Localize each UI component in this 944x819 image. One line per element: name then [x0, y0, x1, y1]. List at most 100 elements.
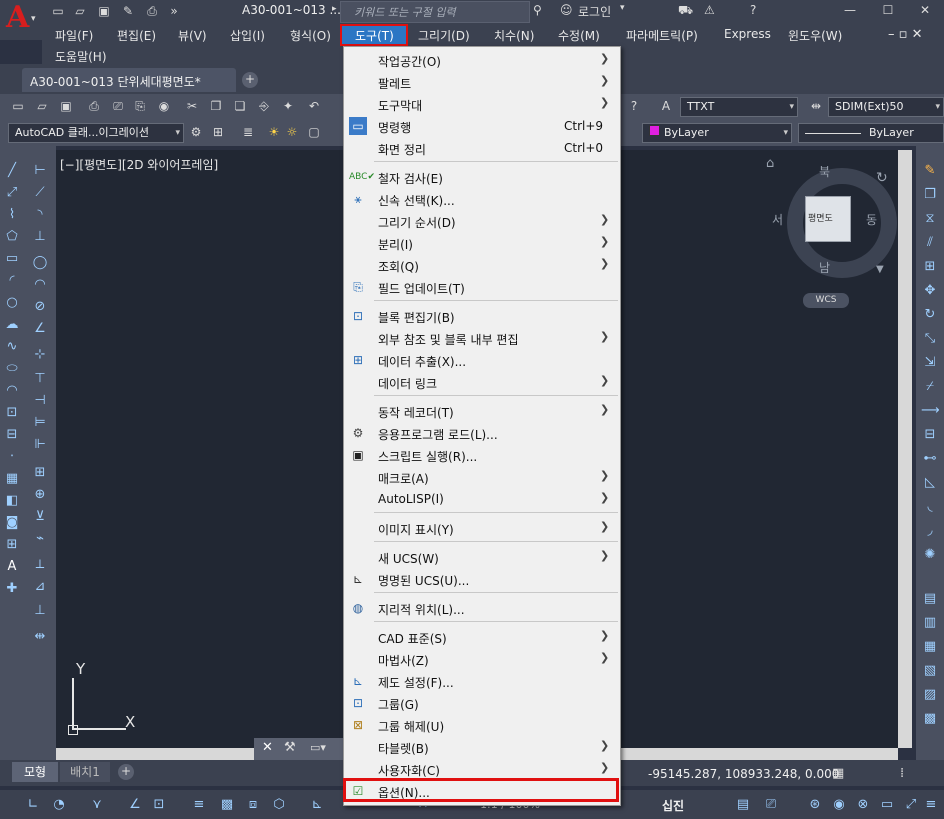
point-icon[interactable]: ⋅: [3, 448, 21, 466]
menu-item-group[interactable]: ⊡ 그룹(G): [344, 692, 620, 714]
chevron-down-icon[interactable]: ▾: [620, 3, 625, 13]
gradient-icon[interactable]: ◧: [3, 492, 21, 510]
command-line-bar[interactable]: ✕ ⚒ ▭▾: [254, 738, 348, 760]
linetype-select[interactable]: ByLayer: [798, 123, 944, 143]
polygon-icon[interactable]: ⬠: [3, 228, 21, 246]
line-icon[interactable]: ╱: [3, 162, 21, 180]
doc-window-controls[interactable]: – ▫ ✕: [888, 27, 922, 42]
extend-icon[interactable]: ⟶: [921, 402, 940, 420]
menu-draw[interactable]: 그리기(D): [418, 27, 470, 44]
help-icon[interactable]: ?: [626, 98, 642, 114]
save-as-icon[interactable]: ✎: [120, 4, 136, 18]
scale-icon[interactable]: ⤡: [921, 330, 939, 348]
chevron-down-icon[interactable]: ▼: [876, 264, 884, 275]
isolate-icon[interactable]: ⊛: [806, 796, 824, 814]
open-icon[interactable]: ▱: [34, 98, 50, 114]
menu-format[interactable]: 형식(O): [290, 27, 331, 44]
menu-file[interactable]: 파일(F): [55, 27, 93, 44]
menu-icon[interactable]: ≡: [922, 796, 940, 814]
menu-item-command-line[interactable]: ▭ 명령행 Ctrl+9: [344, 115, 620, 137]
menu-item-draw-order[interactable]: 그리기 순서(D) ❯: [344, 210, 620, 232]
application-menu-button[interactable]: A ▾: [0, 0, 42, 40]
layout-icon[interactable]: ⊞: [210, 124, 226, 140]
design-center-icon[interactable]: ▥: [921, 614, 939, 632]
table-icon[interactable]: ⊞: [3, 536, 21, 554]
quick-dim-icon[interactable]: ⊹: [31, 346, 49, 364]
preview-icon[interactable]: ⎚: [110, 98, 126, 114]
dim-break-icon[interactable]: ⊩: [31, 436, 49, 454]
menu-item-inquiry[interactable]: 조회(Q) ❯: [344, 254, 620, 276]
close-icon[interactable]: ✕: [262, 740, 273, 755]
spline-icon[interactable]: ∿: [3, 338, 21, 356]
user-icon[interactable]: ☺: [560, 3, 573, 17]
lock-ui-icon[interactable]: ⎚: [762, 796, 780, 814]
menu-help[interactable]: 도움말(H): [55, 48, 107, 65]
isometric-icon[interactable]: ⋎: [88, 796, 106, 814]
dim-update-icon[interactable]: ⊥: [31, 602, 49, 620]
jogged-icon[interactable]: ◠: [31, 276, 49, 294]
new-tab-button[interactable]: +: [242, 72, 258, 88]
undo-icon[interactable]: ↶: [306, 98, 322, 114]
jogged-linear-icon[interactable]: ⌁: [31, 530, 49, 548]
new-file-icon[interactable]: ▭: [50, 4, 66, 18]
arc-icon[interactable]: ◜: [3, 272, 21, 290]
menu-item-toolbars[interactable]: 도구막대 ❯: [344, 93, 620, 115]
menu-item-wizards[interactable]: 마법사(Z) ❯: [344, 648, 620, 670]
menu-edit[interactable]: 편집(E): [117, 27, 156, 44]
ortho-icon[interactable]: ∟: [24, 796, 42, 814]
cut-icon[interactable]: ✂: [184, 98, 200, 114]
new-icon[interactable]: ▭: [10, 98, 26, 114]
dynamic-ucs-icon[interactable]: ⊾: [308, 796, 326, 814]
copy-icon[interactable]: ❐: [208, 98, 224, 114]
dim-style-icon[interactable]: ⇹: [31, 628, 49, 646]
polar-icon[interactable]: ◔: [50, 796, 68, 814]
region-icon[interactable]: ◙: [3, 514, 21, 532]
grid-icon[interactable]: ▦: [832, 766, 844, 781]
text-style-select[interactable]: TTXT ▾: [680, 97, 798, 117]
trim-icon[interactable]: ⌿: [921, 378, 939, 396]
rotate-view-icon[interactable]: ↻: [876, 170, 888, 186]
menu-view[interactable]: 뷰(V): [178, 27, 207, 44]
offset-icon[interactable]: ⫽: [921, 234, 939, 252]
viewcube-south[interactable]: 남: [819, 259, 830, 276]
ordinate-icon[interactable]: ⊥: [31, 228, 49, 246]
quick-properties-icon[interactable]: ▤: [734, 796, 752, 814]
cart-icon[interactable]: ⛟: [678, 3, 693, 19]
insert-block-icon[interactable]: ⊡: [3, 404, 21, 422]
break-icon[interactable]: ⊟: [921, 426, 939, 444]
menu-item-data-links[interactable]: 데이터 링크 ❯: [344, 371, 620, 393]
sun-icon[interactable]: ☼: [284, 124, 300, 140]
save-icon[interactable]: ▣: [96, 4, 112, 18]
menu-express[interactable]: Express: [724, 27, 771, 41]
menu-item-workspaces[interactable]: 작업공간(O) ❯: [344, 49, 620, 71]
home-icon[interactable]: ⌂: [766, 156, 774, 171]
viewcube-east[interactable]: 동: [866, 211, 877, 228]
ellipse-arc-icon[interactable]: ◠: [3, 382, 21, 400]
properties-icon[interactable]: ▤: [921, 590, 939, 608]
sheet-set-icon[interactable]: ▧: [921, 662, 939, 680]
fullscreen-icon[interactable]: ⤢: [902, 796, 920, 814]
lineweight-icon[interactable]: ≡: [190, 796, 208, 814]
publish-icon[interactable]: ⎘: [132, 98, 148, 114]
make-block-icon[interactable]: ⊟: [3, 426, 21, 444]
dim-space-icon[interactable]: ⊨: [31, 414, 49, 432]
stretch-icon[interactable]: ⇲: [921, 354, 939, 372]
color-select[interactable]: ByLayer ▾: [642, 123, 792, 143]
print-icon[interactable]: ⎙: [86, 98, 102, 114]
menu-parametric[interactable]: 파라메트릭(P): [626, 27, 698, 44]
dim-edit-icon[interactable]: ⟂: [31, 556, 49, 574]
layer-properties-icon[interactable]: ≣: [240, 124, 256, 140]
text-style-icon[interactable]: A: [658, 98, 674, 114]
3d-osnap-icon[interactable]: ⬡: [270, 796, 288, 814]
menu-item-palettes[interactable]: 팔레트 ❯: [344, 71, 620, 93]
inspect-icon[interactable]: ⊻: [31, 508, 49, 526]
menu-modify[interactable]: 수정(M): [558, 27, 600, 44]
save-icon[interactable]: ▣: [58, 98, 74, 114]
arc-length-icon[interactable]: ◝: [31, 206, 49, 224]
paste-icon[interactable]: ❏: [232, 98, 248, 114]
viewport-controls[interactable]: [−][평면도][2D 와이어프레임]: [60, 156, 218, 173]
snap-tracking-icon[interactable]: ⊡: [150, 796, 168, 814]
rotate-icon[interactable]: ↻: [921, 306, 939, 324]
minimize-button[interactable]: —: [830, 0, 870, 22]
tolerance-icon[interactable]: ⊞: [31, 464, 49, 482]
